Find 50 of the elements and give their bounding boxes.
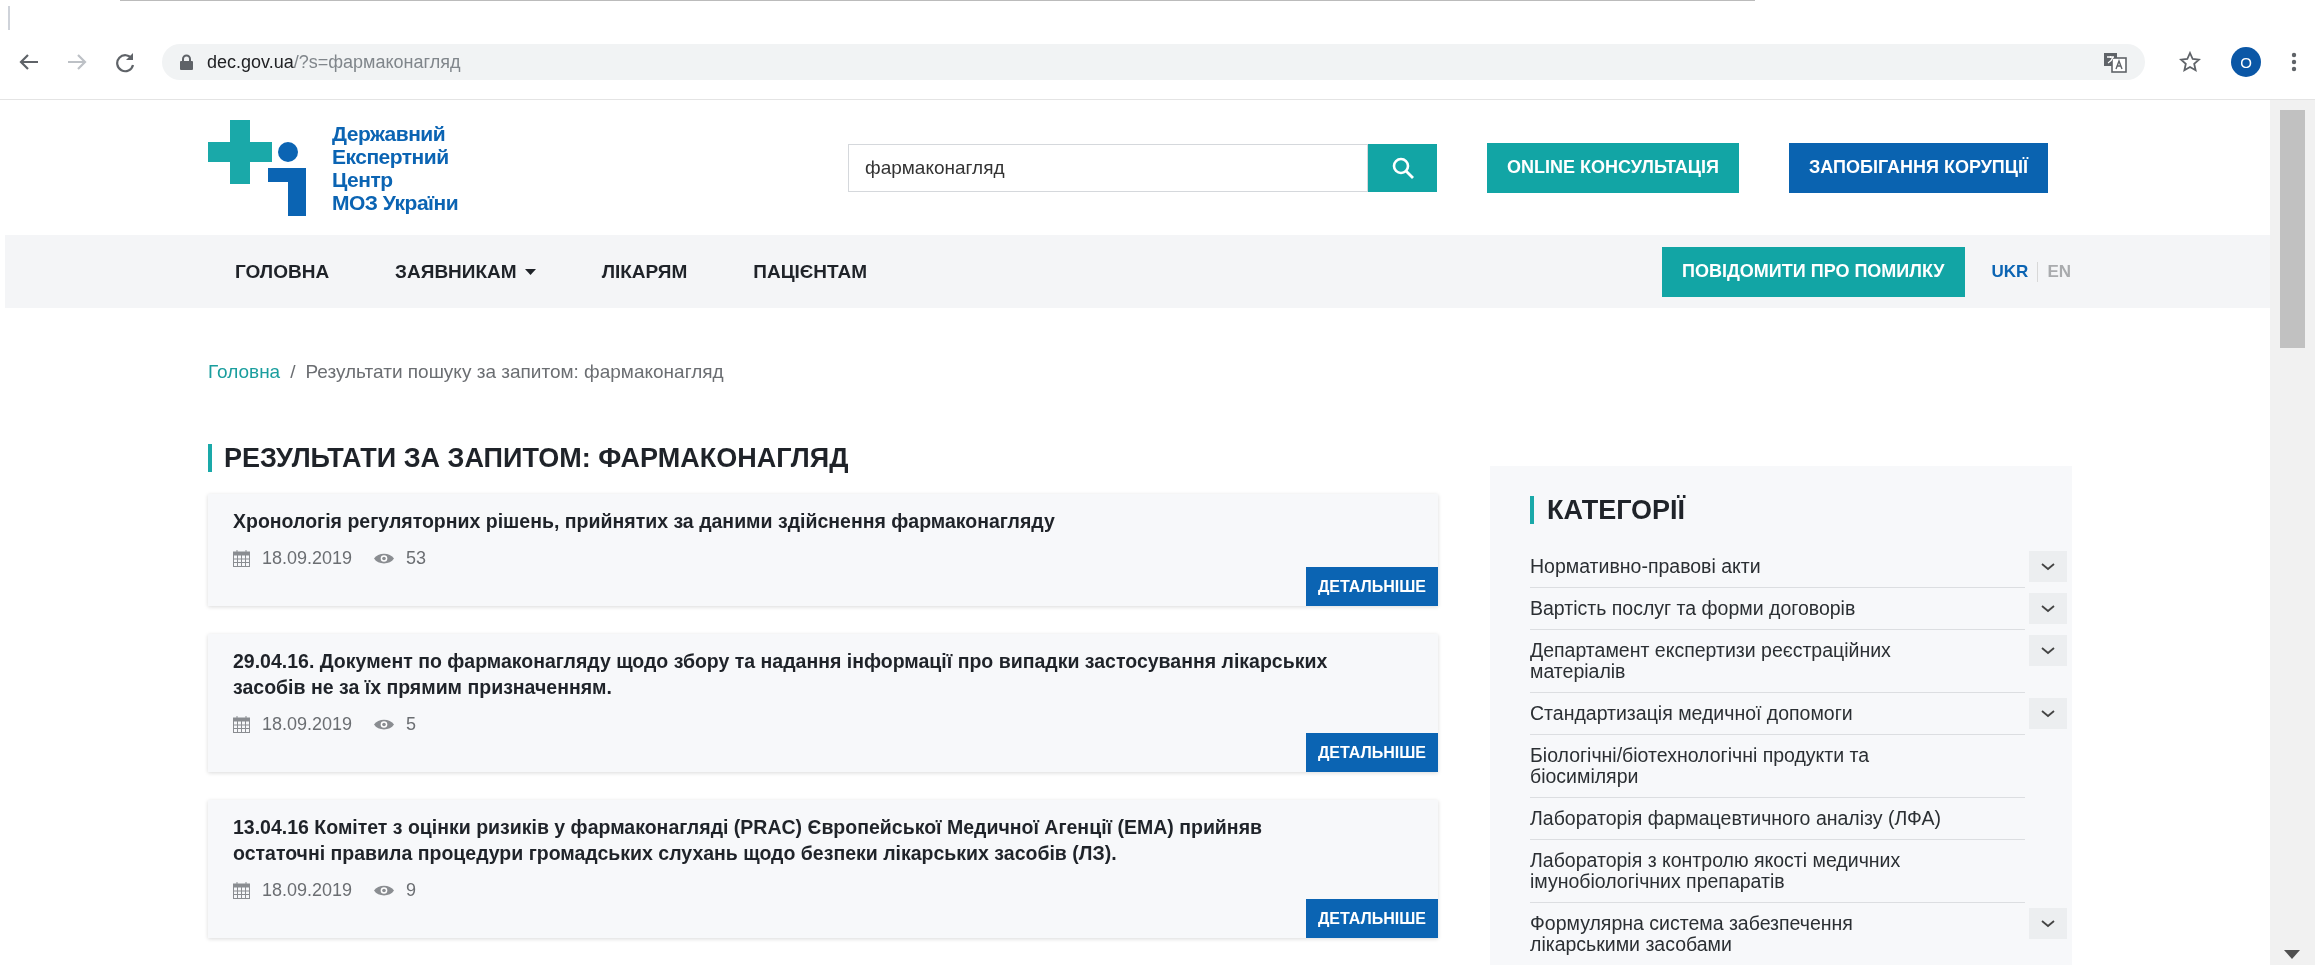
breadcrumb-current: Результати пошуку за запитом: фармаконагляд (305, 361, 724, 383)
eye-icon (374, 884, 395, 897)
nav-link[interactable]: ЗАЯВНИКАМ (395, 260, 536, 283)
result-date: 18.09.2019 (262, 714, 353, 735)
search-button[interactable] (1368, 143, 1437, 192)
scrollbar-thumb[interactable] (2280, 110, 2305, 348)
details-button[interactable]: ДЕТАЛЬНІШЕ (1305, 733, 1438, 772)
result-date: 18.09.2019 (262, 548, 353, 569)
category-link[interactable]: Формулярна система забезпечення лікарськими засобами (1530, 903, 2025, 965)
nav-link[interactable]: ГОЛОВНА (235, 260, 330, 283)
calendar-icon (233, 716, 250, 733)
star-icon[interactable] (2179, 51, 2201, 73)
view-count: 5 (406, 714, 417, 735)
category-link[interactable]: Нормативно-правові акти (1530, 546, 2025, 588)
calendar-icon (233, 550, 250, 567)
result-title[interactable]: 13.04.16 Комітет з оцінки ризиків у фармаконагляді (PRAC) Європейської Медичної Агенції (ЕМА) прийняв остаточні правила процедури громадських слухань щодо безпеки лікарських засобів (ЛЗ). (233, 814, 1343, 866)
menu-icon[interactable] (2291, 51, 2297, 73)
categories-heading: КАТЕГОРІЇ (1530, 496, 2072, 524)
search-field[interactable]: фармаконагляд (848, 143, 1368, 192)
result-title[interactable]: Хронологія регуляторних рішень, прийнятих за даними здійснення фармаконагляду (233, 508, 1343, 534)
category-link[interactable]: Департамент експертизи реєстраційних матеріалів (1530, 630, 2025, 693)
category-link[interactable]: Лабораторія фармацевтичного аналізу (ЛФА) (1530, 798, 2025, 840)
result-title[interactable]: 29.04.16. Документ по фармаконагляду щодо збору та надання інформації про випадки застосування лікарських засобів не за їх прямим призначенням. (233, 648, 1343, 700)
eye-icon (374, 718, 395, 731)
profile-avatar[interactable]: O (2231, 47, 2261, 77)
results-heading: РЕЗУЛЬТАТИ ЗА ЗАПИТОМ: ФАРМАКОНАГЛЯД (208, 444, 1438, 472)
category-link[interactable]: Біологічні/біотехнологічні продукти та біосиміляри (1530, 735, 2025, 798)
nav-link[interactable]: ПАЦІЄНТАМ (753, 260, 867, 283)
header-button[interactable]: ЗАПОБІГАННЯ КОРУПЦІЇ (1788, 142, 2048, 193)
view-count: 9 (406, 880, 417, 901)
category-link[interactable]: Лабораторія з контролю якості медичних імунобіологічних препаратів (1530, 840, 2025, 903)
lock-icon (180, 54, 193, 70)
category-link[interactable]: Вартість послуг та форми договорів (1530, 588, 2025, 630)
logo-text: Державний Експертний Центр МОЗ України (332, 121, 459, 214)
view-count: 53 (406, 548, 427, 569)
language-link[interactable]: UKR (1982, 261, 2038, 282)
address-bar[interactable]: dec.gov.ua/?s=фармаконагляд (162, 44, 2145, 80)
translate-icon[interactable] (2103, 51, 2127, 73)
url-text: dec.gov.ua/?s=фармаконагляд (207, 51, 461, 73)
eye-icon (374, 552, 395, 565)
details-button[interactable]: ДЕТАЛЬНІШЕ (1305, 899, 1438, 938)
category-link[interactable]: Стандартизація медичної допомоги (1530, 693, 2025, 735)
search-icon (1390, 155, 1415, 180)
breadcrumb-separator: / (290, 361, 296, 383)
scroll-down-icon[interactable] (2284, 950, 2300, 959)
details-button[interactable]: ДЕТАЛЬНІШЕ (1305, 567, 1438, 606)
calendar-icon (233, 882, 250, 899)
result-date: 18.09.2019 (262, 880, 353, 901)
reload-icon[interactable] (114, 51, 136, 73)
nav-link[interactable]: ЛІКАРЯМ (601, 260, 688, 283)
